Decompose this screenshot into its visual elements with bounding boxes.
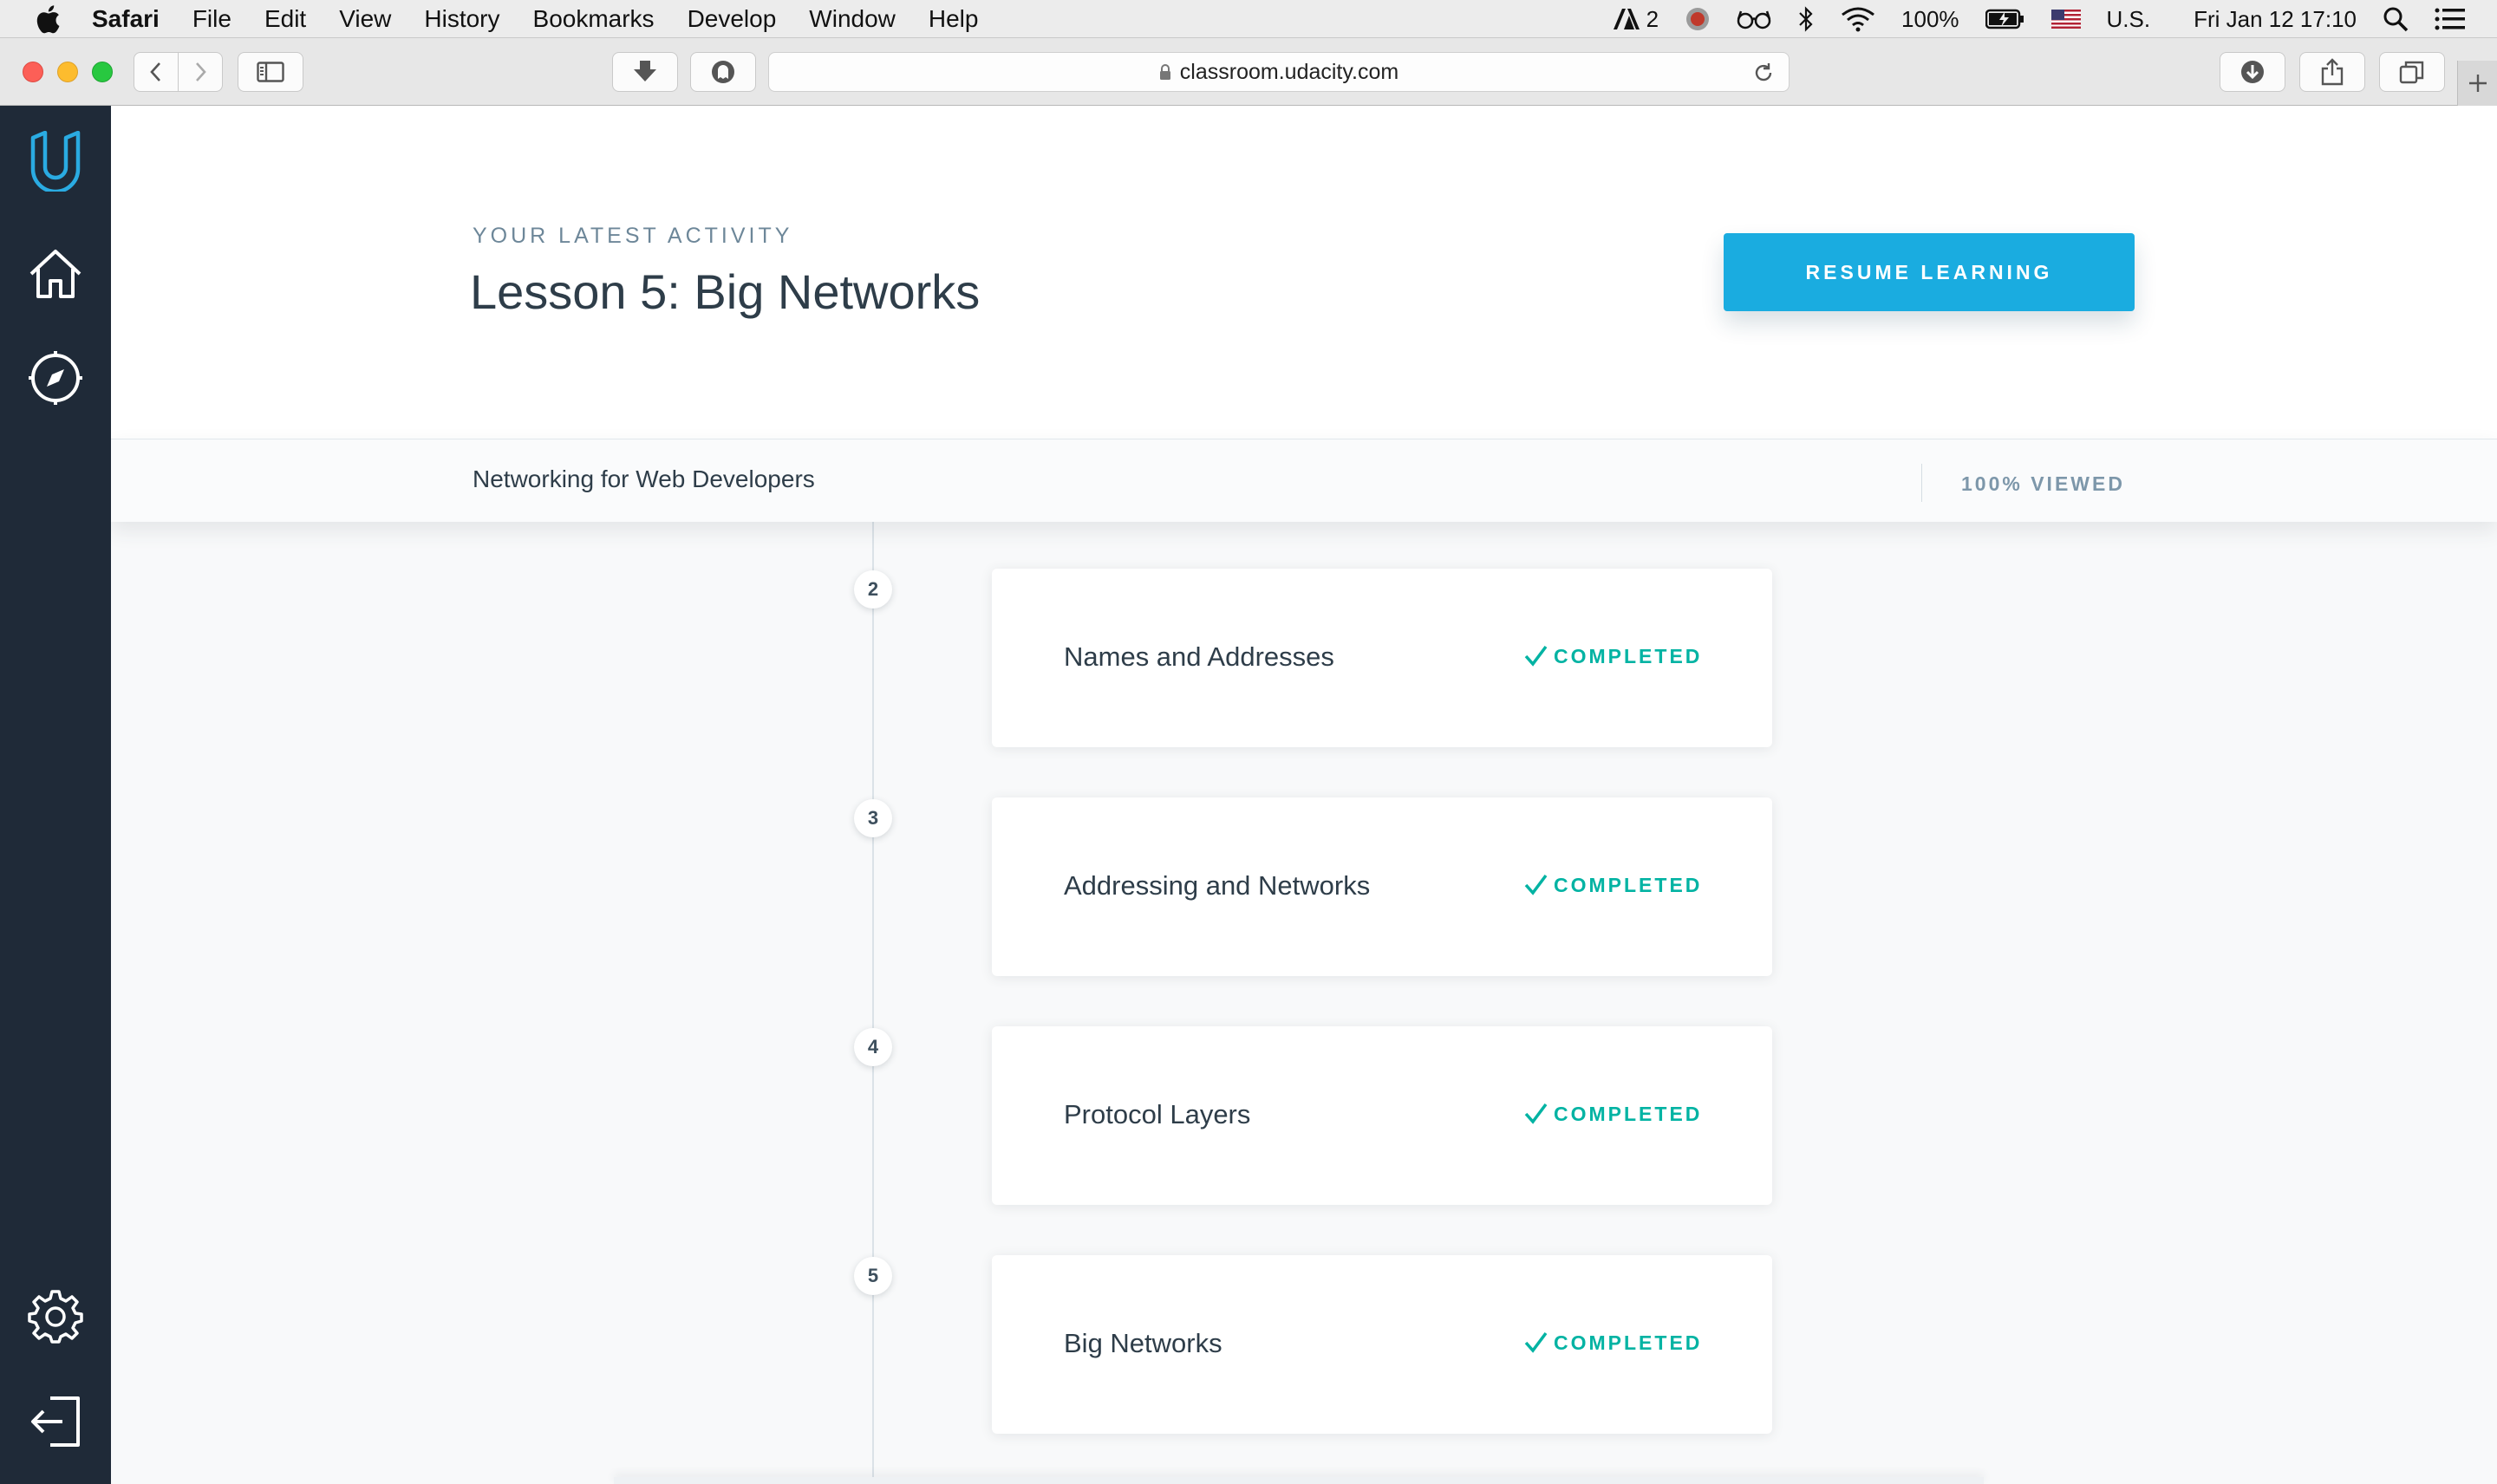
input-source-label[interactable]: U.S. <box>2107 6 2151 33</box>
checkmark-icon <box>1524 874 1548 895</box>
clock[interactable]: Fri Jan 12 17:10 <box>2194 6 2357 33</box>
lesson-card[interactable]: Protocol Layers COMPLETED <box>992 1026 1772 1205</box>
compass-icon <box>29 351 82 405</box>
spotlight-search-icon[interactable] <box>2383 6 2409 32</box>
share-icon <box>2321 58 2344 86</box>
menu-help[interactable]: Help <box>929 5 979 33</box>
completed-label: COMPLETED <box>1554 644 1703 667</box>
tabs-icon <box>2399 61 2424 84</box>
progress-label: 100% VIEWED <box>1961 472 2125 495</box>
completed-label: COMPLETED <box>1554 1102 1703 1125</box>
adobe-icon <box>1613 9 1640 29</box>
latest-activity-label: YOUR LATEST ACTIVITY <box>473 224 793 248</box>
resume-learning-button[interactable]: RESUME LEARNING <box>1724 233 2135 311</box>
menu-file[interactable]: File <box>192 5 231 33</box>
settings-icon <box>28 1290 83 1344</box>
menu-app-name[interactable]: Safari <box>92 5 160 33</box>
battery-icon[interactable] <box>1985 8 2025 30</box>
completed-status: COMPLETED <box>1522 643 1702 669</box>
logout-icon <box>31 1396 80 1447</box>
tab-overview-button[interactable] <box>2379 52 2445 92</box>
plus-icon <box>2468 75 2487 92</box>
menu-bookmarks[interactable]: Bookmarks <box>533 5 655 33</box>
new-tab-button[interactable] <box>2457 61 2497 106</box>
app-sidebar <box>0 106 111 1484</box>
completed-status: COMPLETED <box>1522 1330 1702 1356</box>
progress-divider <box>1921 464 1922 502</box>
lesson-card-title: Addressing and Networks <box>1064 870 1371 901</box>
sidebar-icon <box>257 62 284 82</box>
logout-nav[interactable] <box>26 1392 85 1451</box>
menu-view[interactable]: View <box>339 5 391 33</box>
lock-icon <box>1159 64 1170 80</box>
chevron-left-icon <box>150 62 160 81</box>
home-icon <box>29 250 81 298</box>
course-progress-bar: Networking for Web Developers 100% VIEWE… <box>111 439 2497 522</box>
checkmark-icon <box>1524 1103 1548 1124</box>
lesson-card-title: Big Networks <box>1064 1328 1222 1358</box>
sidebar-toggle-button[interactable] <box>238 52 303 92</box>
extension-ghostery-button[interactable] <box>690 52 756 92</box>
chevron-right-icon <box>196 62 206 81</box>
lesson-card[interactable]: Names and Addresses COMPLETED <box>992 569 1772 747</box>
menu-window[interactable]: Window <box>809 5 896 33</box>
lesson-card-title: Protocol Layers <box>1064 1099 1251 1129</box>
macos-menu-bar: Safari File Edit View History Bookmarks … <box>0 0 2497 38</box>
lesson-card[interactable]: Big Networks COMPLETED <box>992 1255 1772 1434</box>
checkmark-icon <box>1524 1331 1548 1353</box>
adobe-status[interactable]: 2 <box>1612 6 1659 32</box>
checkmark-icon <box>1524 645 1548 667</box>
extension-download-button[interactable] <box>612 52 678 92</box>
udacity-logo[interactable] <box>26 131 85 192</box>
address-bar[interactable]: classroom.udacity.com <box>768 52 1790 92</box>
latest-activity-header: YOUR LATEST ACTIVITY Lesson 5: Big Netwo… <box>111 106 2497 439</box>
apple-icon[interactable] <box>35 4 61 34</box>
url-text: classroom.udacity.com <box>1179 59 1399 84</box>
lesson-number-badge: 3 <box>854 799 892 837</box>
completed-status: COMPLETED <box>1522 872 1702 898</box>
downloads-button[interactable] <box>2220 52 2285 92</box>
udacity-logo-icon <box>30 131 81 192</box>
menu-develop[interactable]: Develop <box>688 5 777 33</box>
share-button[interactable] <box>2299 52 2365 92</box>
home-nav[interactable] <box>26 244 85 303</box>
main-content: YOUR LATEST ACTIVITY Lesson 5: Big Netwo… <box>111 106 2497 1484</box>
us-flag-icon[interactable] <box>2050 10 2081 29</box>
next-section-edge <box>614 1477 1984 1484</box>
reload-icon[interactable] <box>1752 62 1775 84</box>
lesson-number-badge: 4 <box>854 1028 892 1066</box>
lesson-timeline-line <box>872 522 874 1484</box>
browser-toolbar: classroom.udacity.com <box>0 38 2497 106</box>
glasses-icon[interactable] <box>1737 8 1771 30</box>
lesson-card[interactable]: Addressing and Networks COMPLETED <box>992 797 1772 976</box>
notification-center-icon[interactable] <box>2435 7 2466 31</box>
minimize-window-button[interactable] <box>57 62 78 82</box>
completed-status: COMPLETED <box>1522 1101 1702 1127</box>
lesson-number-badge: 2 <box>854 570 892 609</box>
maximize-window-button[interactable] <box>92 62 113 82</box>
lesson-card-title: Names and Addresses <box>1064 641 1334 672</box>
settings-nav[interactable] <box>26 1286 85 1345</box>
forward-button[interactable] <box>178 52 223 92</box>
completed-label: COMPLETED <box>1554 873 1703 896</box>
course-name[interactable]: Networking for Web Developers <box>473 465 815 493</box>
lesson-number-badge: 5 <box>854 1257 892 1295</box>
page-title: Lesson 5: Big Networks <box>470 264 981 319</box>
download-arrow-icon <box>634 61 656 81</box>
completed-label: COMPLETED <box>1554 1331 1703 1354</box>
wifi-icon[interactable] <box>1841 6 1875 32</box>
back-button[interactable] <box>134 52 179 92</box>
bluetooth-icon[interactable] <box>1797 6 1815 32</box>
menu-edit[interactable]: Edit <box>264 5 306 33</box>
ghost-icon <box>712 61 734 83</box>
downloads-icon <box>2241 61 2264 83</box>
battery-percent: 100% <box>1901 5 1959 32</box>
adobe-count: 2 <box>1646 5 1659 32</box>
close-window-button[interactable] <box>23 62 43 82</box>
stop-sign-icon[interactable] <box>1685 6 1711 32</box>
catalog-nav[interactable] <box>26 348 85 407</box>
menu-history[interactable]: History <box>424 5 499 33</box>
